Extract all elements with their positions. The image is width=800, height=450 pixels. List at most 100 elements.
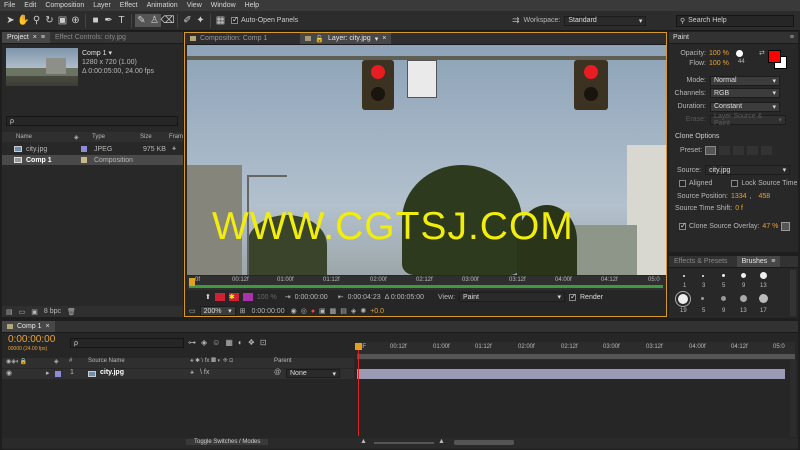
mode-dropdown[interactable]: Normal ▾ [710, 75, 780, 86]
layer-footage-image[interactable]: WWW.CGTSJ.COM [187, 45, 666, 275]
col-frame[interactable]: Fram [169, 134, 183, 140]
menu-view[interactable]: View [187, 2, 202, 9]
new-folder-icon[interactable]: ▭ [19, 308, 26, 316]
tab-composition[interactable]: Composition: Comp 1 [185, 33, 272, 44]
menu-file[interactable]: File [4, 2, 15, 9]
list-item[interactable]: Comp 1 Composition [2, 155, 183, 165]
graph-editor-icon[interactable]: ⊡ [260, 338, 267, 347]
clone-overlay-value[interactable]: 47 % [762, 223, 778, 230]
zoom-tool-icon[interactable]: ⚲ [30, 14, 43, 27]
layer-switch-icons[interactable]: ⚹ \ fx [190, 369, 209, 377]
menu-effect[interactable]: Effect [120, 2, 138, 9]
source-position-x[interactable]: 1334 [731, 193, 747, 200]
rectangle-tool-icon[interactable]: ■ [89, 14, 102, 27]
brush-tip-9[interactable] [741, 273, 746, 278]
bpc-label[interactable]: 8 bpc [44, 308, 61, 315]
start-timecode[interactable]: 0:00:00:00 [295, 294, 328, 301]
current-timecode[interactable]: 0:00:00:00 [8, 334, 55, 345]
comp-mini-flowchart-icon[interactable]: ⊶ [188, 338, 196, 347]
difference-mode-icon[interactable] [781, 222, 791, 231]
always-preview-icon[interactable]: ▭ [189, 307, 196, 315]
set-out-icon[interactable]: ⇤ [338, 293, 344, 301]
clone-preset-4-icon[interactable] [747, 146, 759, 155]
label-color-swatch[interactable] [55, 371, 61, 377]
swap-colors-icon[interactable]: ⇄ [759, 49, 765, 57]
brush-preview-icon[interactable] [736, 50, 743, 57]
work-area-bar[interactable] [357, 354, 795, 359]
channel-color-icon[interactable]: ● [311, 308, 315, 315]
snapshot-camera-icon[interactable]: ◉ [291, 307, 297, 315]
panel-menu-icon[interactable]: ≡ [790, 34, 794, 41]
menu-composition[interactable]: Composition [45, 2, 84, 9]
pen-tool-icon[interactable]: ✒ [102, 14, 115, 27]
col-parent[interactable]: Parent [274, 358, 292, 364]
parent-dropdown[interactable]: None ▾ [286, 369, 340, 378]
brush-tip-13-soft[interactable] [740, 295, 747, 302]
alpha-swatch-icon[interactable] [242, 293, 253, 301]
region-icon[interactable]: ▣ [319, 307, 326, 315]
menu-edit[interactable]: Edit [24, 2, 36, 9]
eraser-tool-icon[interactable]: ⌫ [160, 14, 174, 27]
new-comp-icon[interactable]: ▣ [31, 308, 38, 316]
transparency-grid-icon[interactable]: ▩ [330, 307, 337, 315]
vertical-scrollbar[interactable] [790, 359, 796, 437]
source-time-shift-value[interactable]: 0 f [735, 205, 743, 212]
hand-tool-icon[interactable]: ✋ [17, 14, 30, 27]
col-source-name[interactable]: Source Name [88, 358, 125, 364]
playhead-icon[interactable] [355, 343, 362, 350]
zoom-in-icon[interactable]: ▲ [438, 438, 445, 445]
pickwhip-icon[interactable]: @ [274, 369, 281, 376]
list-item[interactable]: city.jpg JPEG 975 KB ⚹ [2, 144, 183, 154]
motion-blur-icon[interactable]: ◐ [238, 338, 243, 347]
layer-row[interactable]: ◉ ▸ 1 city.jpg ⚹ \ fx @ None ▾ [2, 369, 354, 379]
brush-tip-5[interactable] [722, 274, 725, 277]
menu-animation[interactable]: Animation [147, 2, 178, 9]
channels-dropdown[interactable]: RGB ▾ [710, 88, 780, 98]
set-in-icon[interactable]: ⇥ [285, 293, 291, 301]
expand-arrow-icon[interactable]: ▸ [46, 369, 50, 377]
foreground-color-swatch[interactable] [768, 50, 781, 63]
current-time-indicator[interactable] [358, 346, 359, 436]
project-search-input[interactable]: ρ [6, 116, 178, 126]
draft-3d-icon[interactable]: ◈ [201, 338, 207, 347]
aligned-checkbox[interactable] [679, 180, 686, 187]
auto-open-checkbox[interactable] [231, 15, 239, 24]
timeline-ruler[interactable]: 0F 00:12f 01:00f 01:12f 02:00f 02:12f 03… [357, 342, 795, 360]
snapshot-icon[interactable]: ⬆ [205, 293, 211, 301]
menu-help[interactable]: Help [245, 2, 259, 9]
show-channel-icon[interactable] [214, 293, 225, 301]
brainstorm-icon[interactable]: ❖ [248, 338, 255, 347]
tab-brushes[interactable]: Brushes ≡ [736, 256, 781, 267]
brush-tip-13[interactable] [760, 272, 767, 279]
brush-tip-9-soft[interactable] [721, 296, 726, 301]
bottom-timecode[interactable]: 0:00:00:00 [249, 307, 287, 315]
layer-time-ruler[interactable]: 0f 00:12f 01:00f 01:12f 02:00f 02:12f 03… [187, 276, 666, 290]
opacity-value[interactable]: 100 % [709, 50, 729, 57]
selection-tool-icon[interactable]: ➤ [4, 14, 17, 27]
clone-preset-1-icon[interactable] [705, 146, 717, 155]
col-size[interactable]: Size [140, 134, 152, 140]
grid-icon[interactable]: ⊞ [240, 307, 246, 315]
end-timecode[interactable]: 0:00:04:23 [348, 294, 381, 301]
eye-icon[interactable]: ◉ [6, 369, 12, 377]
clone-overlay-checkbox[interactable] [679, 221, 687, 230]
color-swatch-icon[interactable]: ✱ [228, 293, 239, 301]
trash-icon[interactable]: 🗑 [67, 308, 76, 316]
menu-layer[interactable]: Layer [93, 2, 111, 9]
zoom-out-icon[interactable]: ▲ [360, 438, 367, 445]
roto-brush-tool-icon[interactable]: ✐ [181, 14, 194, 27]
col-type[interactable]: Type [92, 134, 105, 140]
clone-preset-3-icon[interactable] [733, 146, 745, 155]
menu-window[interactable]: Window [211, 2, 236, 9]
exposure-icon[interactable]: ✺ [360, 307, 366, 315]
tab-effect-controls[interactable]: Effect Controls: city.jpg [50, 32, 131, 43]
clone-preset-2-icon[interactable] [719, 146, 731, 155]
zoom-slider[interactable] [374, 442, 434, 444]
exposure-value[interactable]: +0.0 [370, 308, 384, 315]
search-help-field[interactable]: ⚲ Search Help [676, 14, 794, 27]
brush-tip-17-soft[interactable] [759, 294, 768, 303]
duration-dropdown[interactable]: Constant ▾ [710, 101, 780, 112]
shy-icon[interactable]: ☺ [212, 338, 220, 347]
source-dropdown[interactable]: city.jpg ▾ [705, 165, 791, 175]
brush-tip-1[interactable] [683, 275, 685, 277]
